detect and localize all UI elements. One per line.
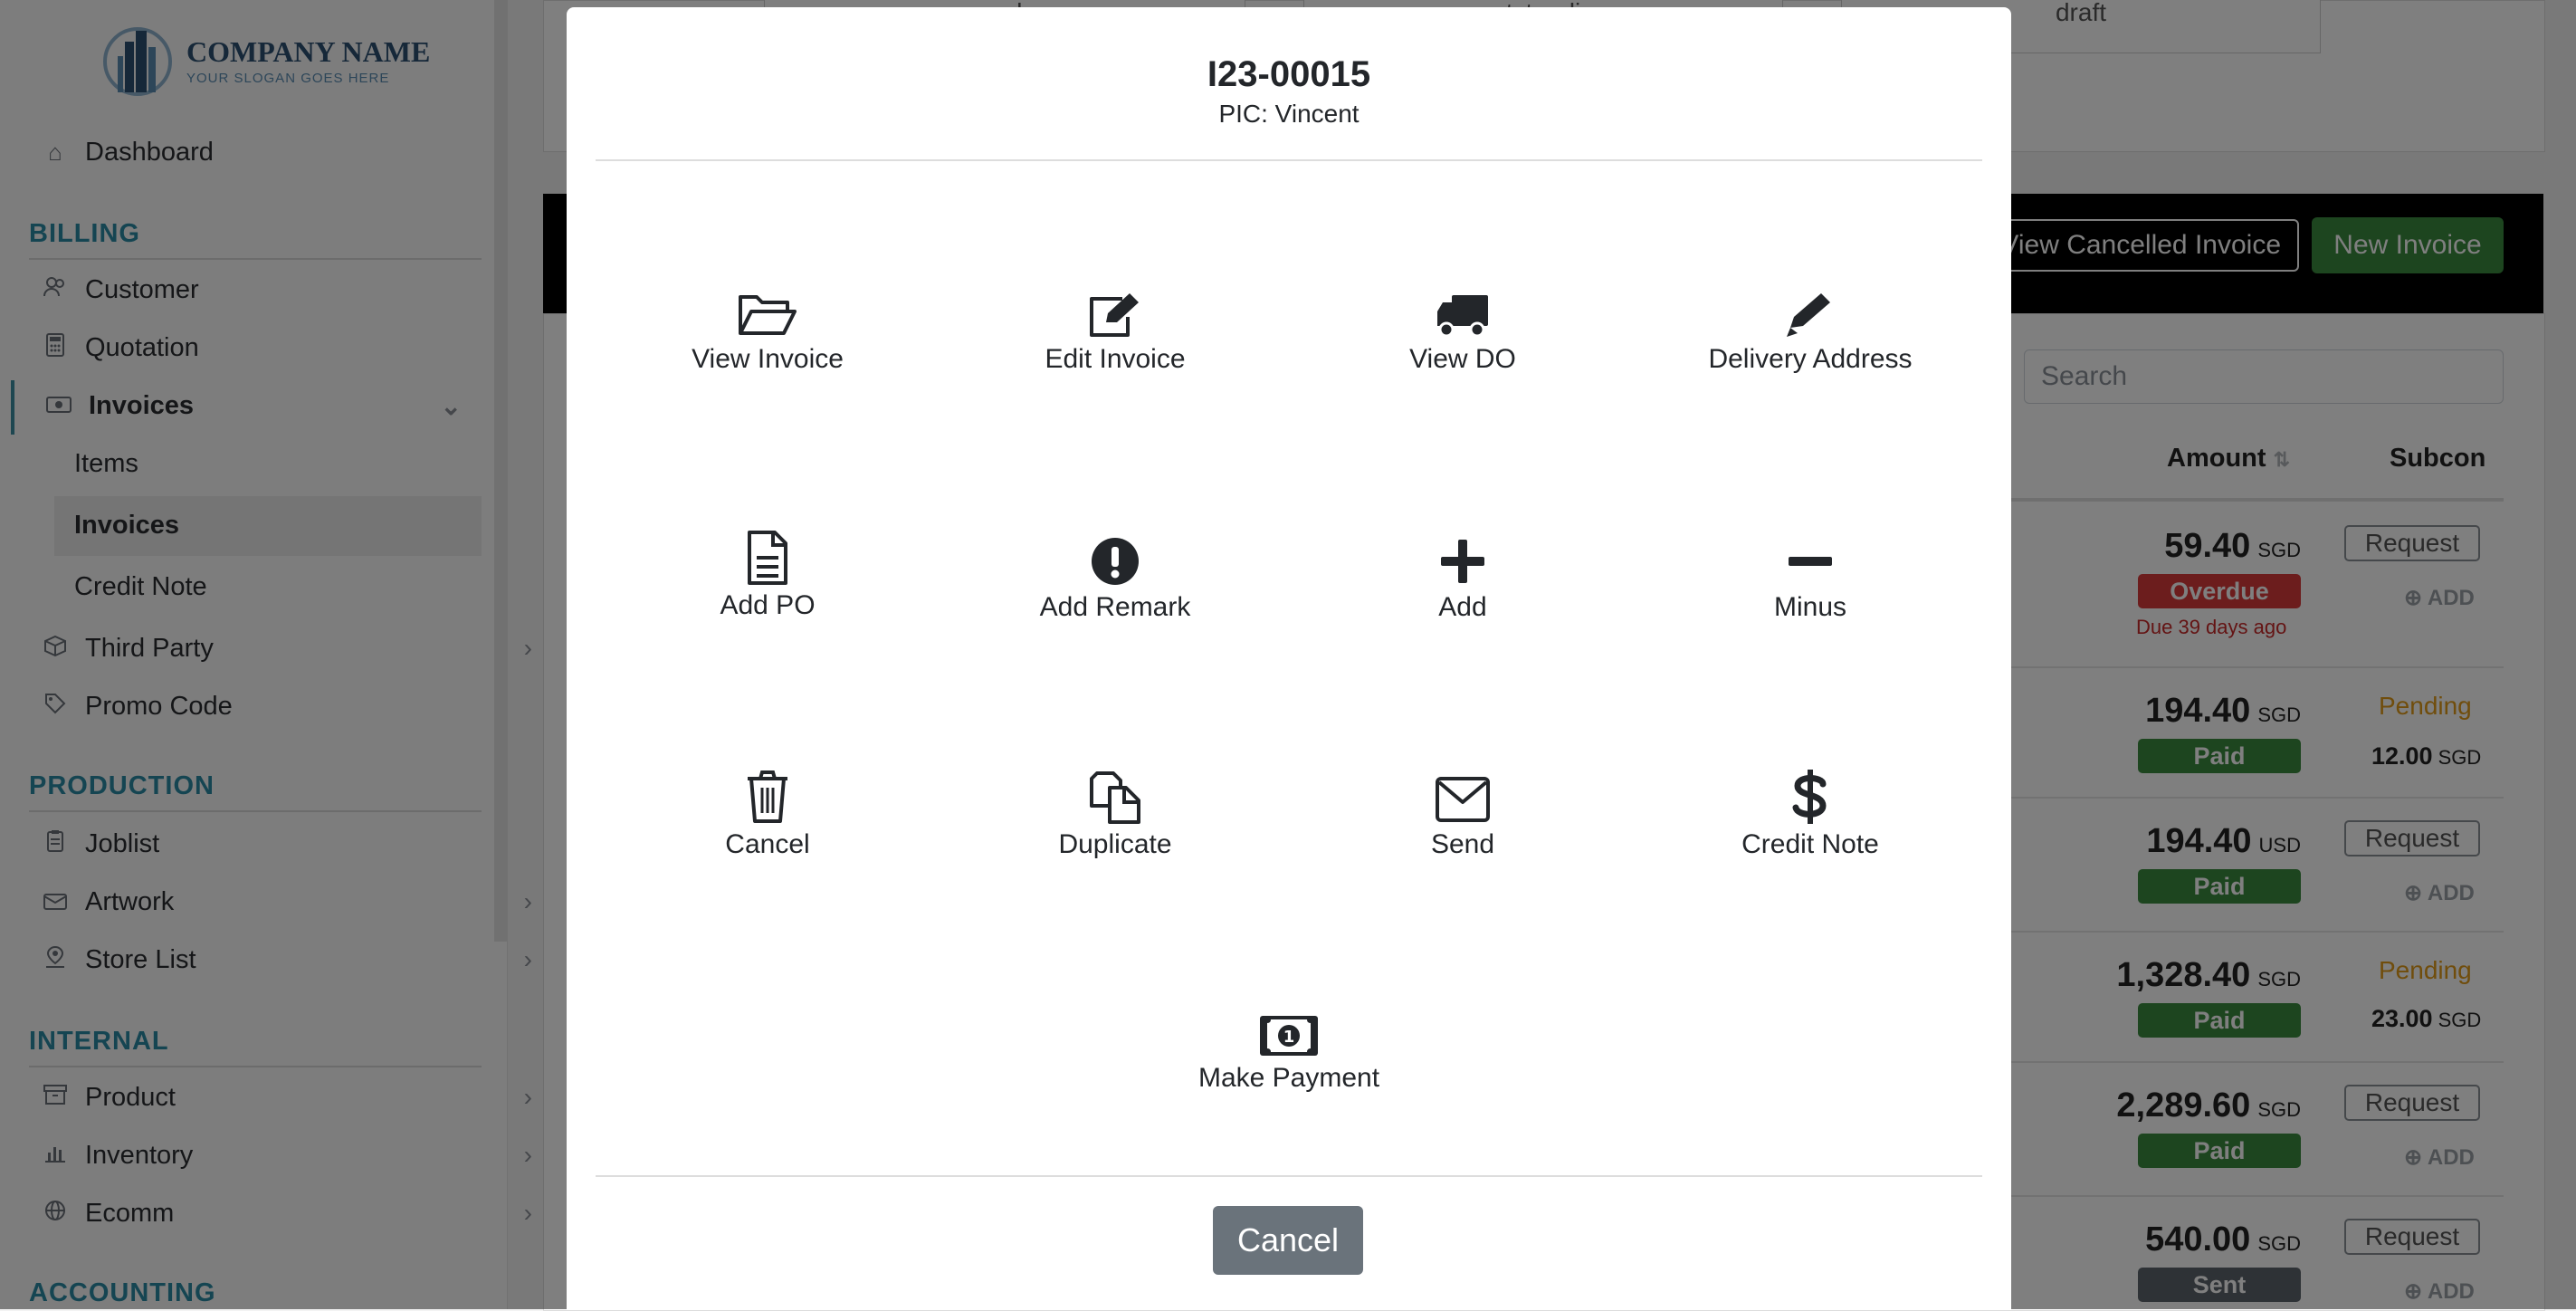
minus-action[interactable]: Minus [1647,536,1973,645]
cancel-invoice-action[interactable]: Cancel [605,770,930,878]
action-label: Cancel [725,829,810,859]
send-action[interactable]: Send [1300,775,1626,884]
action-label: Add Remark [1039,592,1191,622]
action-label: Edit Invoice [1045,344,1186,374]
add-remark-action[interactable]: Add Remark [952,536,1278,645]
view-invoice-action[interactable]: View Invoice [605,292,930,400]
delivery-address-action[interactable]: Delivery Address [1647,292,1973,400]
pencil-icon [1787,293,1830,337]
action-label: Credit Note [1741,829,1879,859]
copy-icon [1090,771,1140,824]
minus-icon [1789,557,1832,566]
action-label: Duplicate [1058,829,1172,859]
action-label: Minus [1773,592,1847,622]
add-po-action[interactable]: Add PO [605,531,930,639]
view-do-action[interactable]: View DO [1300,292,1626,400]
cancel-button[interactable]: Cancel [1213,1206,1363,1275]
truck-icon [1437,295,1488,338]
action-label: Send [1430,829,1495,859]
duplicate-action[interactable]: Duplicate [952,770,1278,878]
file-text-icon [748,531,787,585]
invoice-actions-modal: I23-00015 PIC: Vincent View Invoice Edit… [567,7,2011,1309]
action-label: Add PO [720,590,816,620]
credit-note-action[interactable]: Credit Note [1647,770,1973,878]
action-label: Add [1438,592,1487,622]
modal-subtitle: PIC: Vincent [1218,100,1360,128]
edit-icon [1090,293,1139,337]
modal-header-divider [596,159,1982,161]
action-label: Make Payment [1197,1063,1380,1093]
svg-text:1: 1 [1283,1028,1295,1047]
modal-title: I23-00015 [1207,54,1371,94]
dollar-icon [1792,770,1827,824]
action-label: View Invoice [692,344,844,374]
make-payment-action[interactable]: 1 Make Payment [1126,1014,1452,1123]
exclamation-circle-icon [1092,538,1139,585]
envelope-icon [1436,777,1490,822]
action-label: Delivery Address [1708,344,1913,374]
folder-open-icon [739,295,797,335]
modal-footer-divider [596,1175,1982,1177]
trash-icon [748,770,787,823]
plus-icon [1441,540,1484,583]
add-action[interactable]: Add [1300,536,1626,645]
money-bill-icon: 1 [1260,1016,1318,1056]
action-label: View DO [1409,344,1516,374]
edit-invoice-action[interactable]: Edit Invoice [952,292,1278,400]
